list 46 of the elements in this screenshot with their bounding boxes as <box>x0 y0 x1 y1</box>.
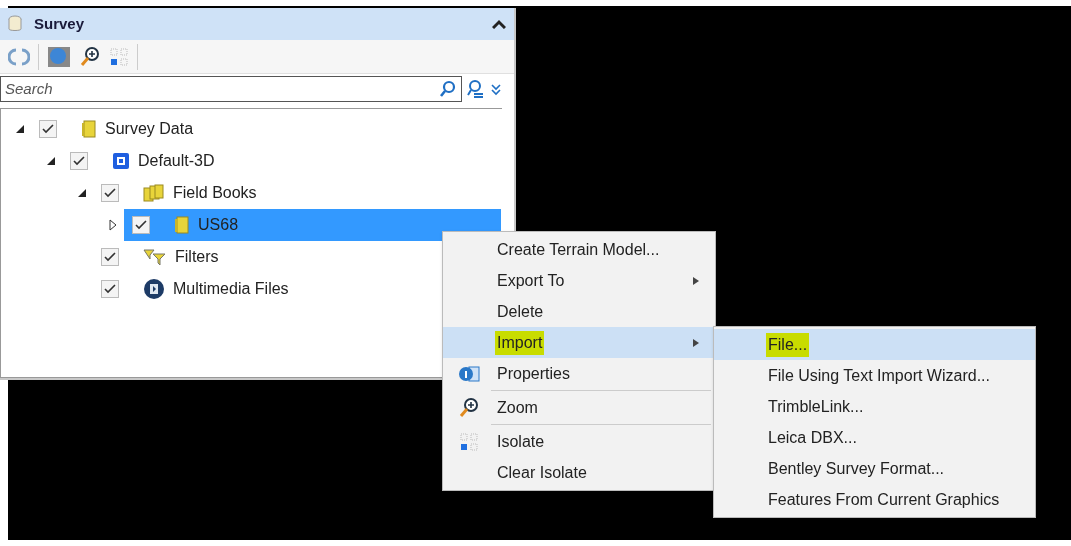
tree-item[interactable]: US68 <box>124 209 501 241</box>
isolate-icon[interactable] <box>109 46 129 67</box>
checkbox[interactable] <box>39 120 57 138</box>
collapse-icon[interactable] <box>492 19 506 29</box>
menu-item[interactable]: Isolate <box>443 426 715 457</box>
checkbox[interactable] <box>70 152 88 170</box>
menu-item[interactable]: Features From Current Graphics <box>714 484 1035 515</box>
search-icon[interactable] <box>439 80 457 98</box>
expanded-arrow-icon[interactable] <box>78 189 86 197</box>
database-icon <box>8 15 22 33</box>
folder-icon <box>174 216 190 234</box>
cube-icon <box>112 152 130 170</box>
expanded-arrow-icon[interactable] <box>47 157 55 165</box>
tree-item[interactable]: Default-3D <box>62 145 215 177</box>
funnel-icon <box>143 248 167 266</box>
panel-title: Survey <box>34 13 85 34</box>
checkbox[interactable] <box>101 184 119 202</box>
media-disc-icon <box>143 278 165 300</box>
zoom-in-icon[interactable] <box>79 45 101 68</box>
books-icon <box>143 184 165 202</box>
collapsed-arrow-icon[interactable] <box>109 219 117 231</box>
menu-item[interactable]: File... <box>714 329 1035 360</box>
folder-icon <box>81 120 97 138</box>
zoom-in-icon <box>458 396 480 419</box>
checkbox[interactable] <box>132 216 150 234</box>
tree-item[interactable]: Field Books <box>93 177 257 209</box>
menu-item[interactable]: Bentley Survey Format... <box>714 453 1035 484</box>
checkbox[interactable] <box>101 248 119 266</box>
user-search-icon[interactable] <box>466 79 486 99</box>
menu-item[interactable]: Delete <box>443 296 715 327</box>
menu-item[interactable]: File Using Text Import Wizard... <box>714 360 1035 391</box>
checkbox[interactable] <box>101 280 119 298</box>
menu-item[interactable]: Properties <box>443 358 715 389</box>
menu-item[interactable]: TrimbleLink... <box>714 391 1035 422</box>
tree-item[interactable]: Multimedia Files <box>93 273 289 305</box>
tree-item[interactable]: Survey Data <box>31 113 194 145</box>
expand-options-icon[interactable] <box>490 82 502 96</box>
tree-item[interactable]: Filters <box>93 241 219 273</box>
menu-item[interactable]: Clear Isolate <box>443 457 715 488</box>
info-card-icon <box>457 364 481 383</box>
expanded-arrow-icon[interactable] <box>16 125 24 133</box>
menu-item[interactable]: Import <box>443 327 715 358</box>
isolate-icon <box>459 431 479 452</box>
menu-item[interactable]: Zoom <box>443 392 715 423</box>
menu-item[interactable]: Leica DBX... <box>714 422 1035 453</box>
menu-item[interactable]: Export To <box>443 265 715 296</box>
